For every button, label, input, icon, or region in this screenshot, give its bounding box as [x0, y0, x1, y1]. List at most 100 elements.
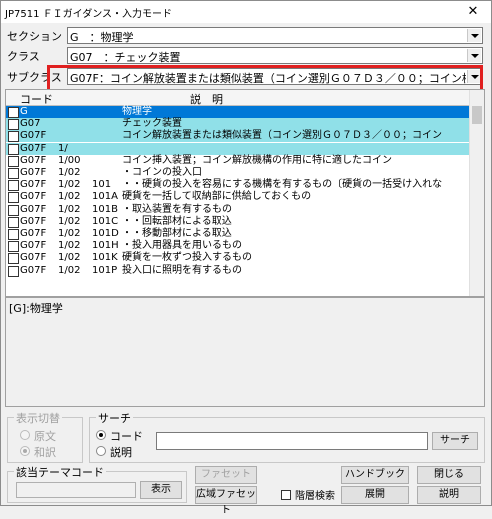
row-code-prefix: G07F [20, 252, 47, 264]
row-code-prefix: G07F [20, 191, 47, 203]
row-checkbox[interactable] [8, 107, 19, 118]
display-toggle-group: 表示切替 原文 和訳 [7, 410, 83, 463]
hierarchy-search-checkbox[interactable] [281, 490, 291, 500]
close-button[interactable]: 閉じる [417, 466, 481, 484]
row-checkbox[interactable] [8, 229, 19, 240]
row-description: チェック装置 [122, 118, 182, 130]
row-code-prefix: G [20, 106, 28, 117]
row-checkbox[interactable] [8, 155, 19, 167]
radio-code-label: コード [110, 430, 143, 443]
facet-button[interactable]: ファセット [195, 466, 257, 484]
show-button[interactable]: 表示 [140, 481, 182, 499]
row-checkbox[interactable] [8, 241, 19, 253]
list-row[interactable]: G07F 1/02 ・コインの投入口 [6, 167, 476, 179]
close-window-button[interactable]: ✕ [455, 1, 491, 23]
row-code-group: 1/02 [58, 203, 81, 215]
theme-code-group: 該当テーマコード 表示 [7, 464, 187, 503]
row-code-group: 1/02 [58, 252, 81, 264]
row-description: 硬貨を一枚ずつ投入するもの [122, 252, 252, 264]
row-description: コイン解放装置または類似装置（コイン選別Ｇ０７Ｄ３／００；コイン [122, 130, 442, 142]
row-code-group: 1/02 [58, 179, 81, 191]
radio-description[interactable] [96, 446, 106, 456]
list-row[interactable]: G07F 1/00 コイン挿入装置；コイン解放機構の作用に特に適したコイン [6, 155, 476, 167]
row-checkbox[interactable] [8, 265, 19, 277]
row-checkbox[interactable] [8, 180, 19, 192]
row-code-group: 1/02 [58, 240, 81, 252]
radio-original-label: 原文 [34, 430, 56, 443]
list-row[interactable]: G07F 1/02 101B ・取込装置を有するもの [6, 204, 476, 216]
row-description: ・取込装置を有するもの [122, 203, 232, 215]
row-description: 硬貨を一括して収納部に供給しておくもの [122, 191, 312, 203]
hierarchy-search-label: 階層検索 [295, 491, 335, 502]
search-group: サーチ コード 説明 サーチ [89, 410, 485, 463]
list-row[interactable]: G 物理学 [6, 106, 476, 118]
row-checkbox[interactable] [8, 143, 19, 155]
row-description: 投入口に照明を有するもの [122, 264, 242, 276]
radio-translation-label: 和訳 [34, 446, 56, 459]
list-row[interactable]: G07F 1/02 101P 投入口に照明を有するもの [6, 265, 476, 277]
search-input[interactable] [156, 432, 428, 450]
chevron-down-icon[interactable] [467, 49, 481, 62]
row-code-prefix: G07F [20, 167, 47, 178]
class-dropdown[interactable]: G07 ：チェック装置 [67, 47, 483, 64]
list-row[interactable]: G07F 1/02 101H ・投入用器具を用いるもの [6, 240, 476, 253]
row-checkbox[interactable] [8, 253, 19, 265]
explain-button[interactable]: 説明 [417, 486, 481, 504]
search-button[interactable]: サーチ [432, 432, 478, 450]
row-description: ・・移動部材による取込 [122, 228, 232, 239]
list-row[interactable]: G07F 1/02 101 ・・硬貨の投入を容易にする機構を有するもの〔硬貨の一括受け… [6, 179, 476, 192]
row-checkbox[interactable] [8, 131, 19, 143]
expand-button[interactable]: 展開 [341, 486, 409, 504]
row-code-prefix: G07F [20, 215, 47, 227]
row-code-prefix: G07F [20, 154, 47, 166]
list-row[interactable]: G07F 1/ [6, 142, 476, 155]
row-checkbox[interactable] [8, 119, 19, 131]
list-row[interactable]: G07 チェック装置 [6, 118, 476, 131]
row-description: ・・硬貨の投入を容易にする機構を有するもの〔硬貨の一括受け入れな [122, 179, 443, 191]
row-code-prefix: G07F [20, 179, 47, 191]
row-code-group: 1/02 [58, 228, 81, 239]
section-label: セクション [7, 30, 62, 43]
list-row[interactable]: G07F 1/02 101D ・・移動部材による取込 [6, 228, 476, 240]
list-row[interactable]: G07F 1/02 101A 硬貨を一括して収納部に供給しておくもの [6, 191, 476, 204]
row-code-prefix: G07F [20, 203, 47, 215]
row-code-group: 1/00 [58, 154, 81, 166]
wide-facet-button[interactable]: 広域ファセット [195, 486, 257, 516]
row-code-prefix: G07F [20, 130, 47, 142]
handbook-button[interactable]: ハンドブック [341, 466, 409, 484]
row-description: 物理学 [122, 106, 152, 117]
row-fi-code: 101K [92, 252, 118, 264]
column-header-code[interactable]: コード [20, 91, 53, 107]
list-row[interactable]: G07F 1/02 101C ・・回転部材による取込 [6, 216, 476, 228]
row-code-group: 1/02 [58, 191, 81, 203]
row-fi-code: 101C [92, 215, 119, 227]
radio-code[interactable] [96, 430, 106, 440]
radio-translation[interactable] [20, 446, 30, 456]
list-header: コード 説 明 [6, 90, 472, 106]
chevron-down-icon[interactable] [467, 29, 481, 42]
row-checkbox[interactable] [8, 192, 19, 204]
vertical-scrollbar[interactable] [469, 90, 484, 296]
row-checkbox[interactable] [8, 168, 19, 179]
column-header-description[interactable]: 説 明 [190, 91, 223, 107]
scroll-thumb[interactable] [472, 106, 482, 124]
section-dropdown[interactable]: G ：物理学 [67, 27, 483, 44]
row-code-group: 1/02 [58, 167, 81, 178]
list-row[interactable]: G07F 1/02 101K 硬貨を一枚ずつ投入するもの [6, 252, 476, 265]
radio-original[interactable] [20, 430, 30, 440]
row-checkbox[interactable] [8, 216, 19, 228]
row-fi-code: 101P [92, 264, 118, 276]
row-code-group: 1/ [58, 142, 68, 154]
theme-code-title: 該当テーマコード [14, 464, 106, 480]
row-code-prefix: G07F [20, 264, 47, 276]
detail-panel: [G]:物理学 [5, 297, 485, 407]
class-value: G07 ：チェック装置 [70, 51, 181, 64]
row-description: コイン挿入装置；コイン解放機構の作用に特に適したコイン [122, 154, 392, 166]
classification-list[interactable]: コード 説 明 G 物理学 G07 チェック装置 G07F コイン解放装置または類似装置（… [5, 89, 485, 297]
row-fi-code: 101 [92, 179, 112, 191]
row-fi-code: 101A [92, 191, 118, 203]
display-group-title: 表示切替 [14, 410, 62, 426]
row-code-prefix: G07F [20, 240, 47, 252]
list-row[interactable]: G07F コイン解放装置または類似装置（コイン選別Ｇ０７Ｄ３／００；コイン [6, 130, 476, 143]
row-checkbox[interactable] [8, 204, 19, 216]
